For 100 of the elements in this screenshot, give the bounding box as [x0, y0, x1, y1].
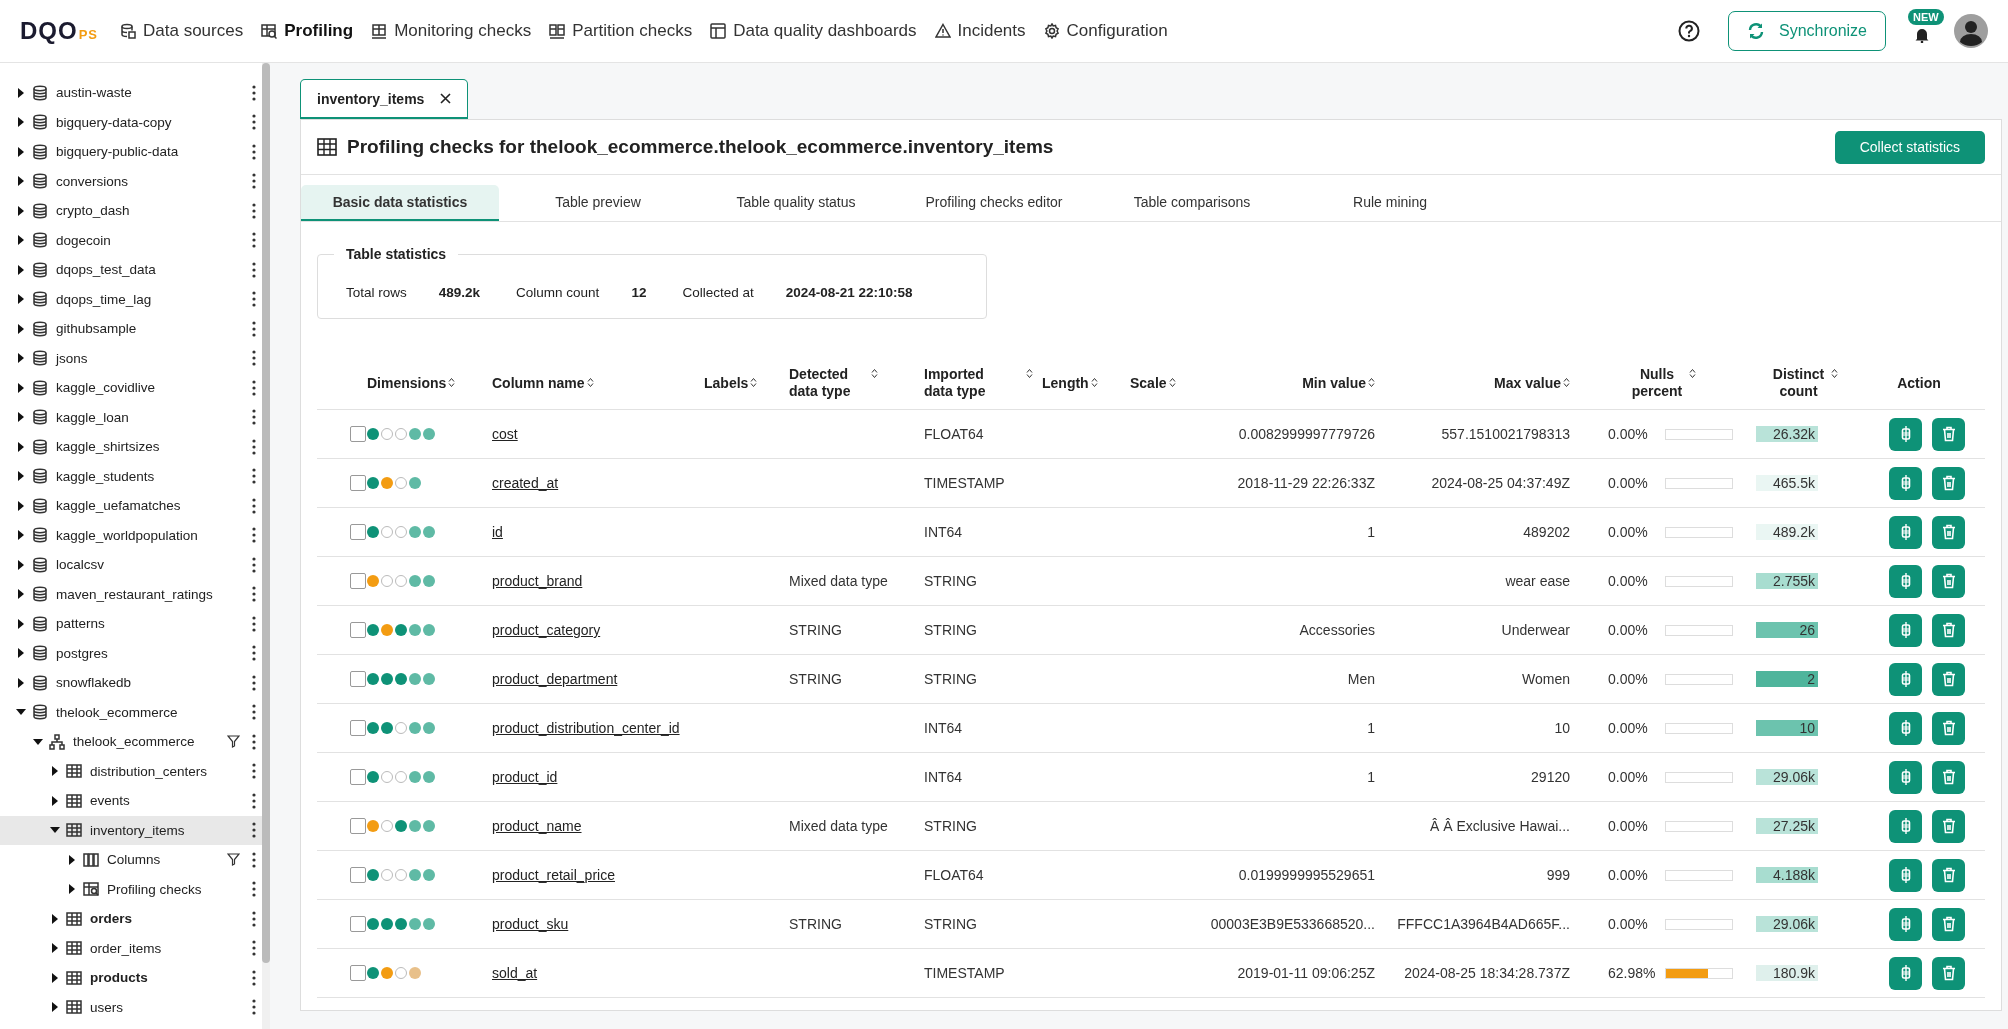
checkbox[interactable] [350, 475, 366, 491]
tab[interactable]: Table quality status [697, 185, 895, 219]
sort-icon[interactable] [1368, 376, 1375, 388]
tree-item[interactable]: products [0, 963, 262, 993]
tree-item[interactable]: localcsv [0, 550, 262, 580]
more-icon[interactable] [252, 291, 256, 308]
collect-button[interactable] [1889, 564, 1922, 598]
status-dot[interactable] [381, 771, 393, 783]
status-dot[interactable] [409, 477, 421, 489]
caret-right-icon[interactable] [50, 766, 60, 777]
more-icon[interactable] [252, 645, 256, 662]
status-dot[interactable] [395, 526, 407, 538]
more-icon[interactable] [252, 704, 256, 721]
tree-item[interactable]: users [0, 992, 262, 1022]
synchronize-button[interactable]: Synchronize [1727, 11, 1886, 51]
tree-item[interactable]: distribution_centers [0, 756, 262, 786]
more-icon[interactable] [252, 409, 256, 426]
caret-right-icon[interactable] [16, 294, 26, 305]
tree-item[interactable]: kaggle_shirtsizes [0, 432, 262, 462]
more-icon[interactable] [252, 320, 256, 337]
column-header[interactable]: Action [1897, 374, 1941, 392]
column-header[interactable]: Distinct count [1768, 366, 1829, 400]
tree-item[interactable]: Columns [0, 845, 262, 875]
nav-link[interactable]: Incidents [934, 21, 1026, 41]
status-dot[interactable] [395, 918, 407, 930]
tree-item[interactable]: postgres [0, 638, 262, 668]
nav-link[interactable]: Monitoring checks [371, 21, 532, 41]
column-header[interactable]: Max value [1494, 374, 1561, 392]
tree-item[interactable]: order_items [0, 933, 262, 963]
tree-item[interactable]: bigquery-public-data [0, 137, 262, 167]
status-dot[interactable] [367, 820, 379, 832]
tree-item[interactable]: austin-waste [0, 78, 262, 108]
caret-right-icon[interactable] [50, 1002, 60, 1013]
column-link[interactable]: product_sku [492, 916, 569, 932]
more-icon[interactable] [252, 586, 256, 603]
delete-button[interactable] [1932, 711, 1965, 745]
tree-item[interactable]: githubsample [0, 314, 262, 344]
checkbox[interactable] [350, 769, 366, 785]
nav-link[interactable]: Configuration [1043, 21, 1168, 41]
more-icon[interactable] [252, 527, 256, 544]
caret-right-icon[interactable] [16, 677, 26, 688]
collect-button[interactable] [1889, 858, 1922, 892]
more-icon[interactable] [252, 969, 256, 986]
status-dot[interactable] [423, 771, 435, 783]
more-icon[interactable] [252, 881, 256, 898]
status-dot[interactable] [409, 722, 421, 734]
status-dot[interactable] [409, 771, 421, 783]
caret-right-icon[interactable] [16, 412, 26, 423]
status-dot[interactable] [395, 477, 407, 489]
more-icon[interactable] [252, 232, 256, 249]
sort-icon[interactable] [1689, 368, 1696, 379]
collect-button[interactable] [1889, 466, 1922, 500]
status-dot[interactable] [381, 624, 393, 636]
collect-button[interactable] [1889, 711, 1922, 745]
sort-icon[interactable] [586, 376, 594, 388]
column-header[interactable]: Length [1042, 374, 1089, 392]
collect-button[interactable] [1889, 907, 1922, 941]
delete-button[interactable] [1932, 956, 1965, 990]
more-icon[interactable] [252, 261, 256, 278]
delete-button[interactable] [1932, 564, 1965, 598]
caret-right-icon[interactable] [16, 500, 26, 511]
status-dot[interactable] [395, 820, 407, 832]
status-dot[interactable] [367, 428, 379, 440]
status-dot[interactable] [423, 624, 435, 636]
column-link[interactable]: product_name [492, 818, 582, 834]
status-dot[interactable] [395, 869, 407, 881]
caret-right-icon[interactable] [50, 795, 60, 806]
caret-right-icon[interactable] [16, 471, 26, 482]
more-icon[interactable] [252, 379, 256, 396]
more-icon[interactable] [252, 350, 256, 367]
document-tab[interactable]: inventory_items [300, 79, 469, 119]
delete-button[interactable] [1932, 417, 1965, 451]
tree-item[interactable]: dqops_time_lag [0, 284, 262, 314]
tree-item[interactable]: kaggle_students [0, 461, 262, 491]
tree-item[interactable]: bigquery-data-copy [0, 107, 262, 137]
collect-button[interactable] [1889, 760, 1922, 794]
collect-button[interactable] [1889, 956, 1922, 990]
checkbox[interactable] [350, 622, 366, 638]
caret-right-icon[interactable] [67, 854, 77, 865]
status-dot[interactable] [409, 967, 421, 979]
more-icon[interactable] [252, 497, 256, 514]
more-icon[interactable] [252, 851, 256, 868]
more-icon[interactable] [252, 615, 256, 632]
nav-link[interactable]: Partition checks [549, 21, 693, 41]
status-dot[interactable] [409, 820, 421, 832]
checkbox[interactable] [350, 916, 366, 932]
more-icon[interactable] [252, 438, 256, 455]
status-dot[interactable] [381, 820, 393, 832]
column-header[interactable]: Column name [492, 374, 585, 392]
status-dot[interactable] [381, 575, 393, 587]
status-dot[interactable] [381, 673, 393, 685]
more-icon[interactable] [252, 468, 256, 485]
delete-button[interactable] [1932, 907, 1965, 941]
more-icon[interactable] [252, 763, 256, 780]
status-dot[interactable] [395, 967, 407, 979]
column-header[interactable]: Scale [1130, 374, 1167, 392]
tab[interactable]: Profiling checks editor [895, 185, 1093, 219]
status-dot[interactable] [409, 575, 421, 587]
status-dot[interactable] [409, 869, 421, 881]
status-dot[interactable] [409, 673, 421, 685]
